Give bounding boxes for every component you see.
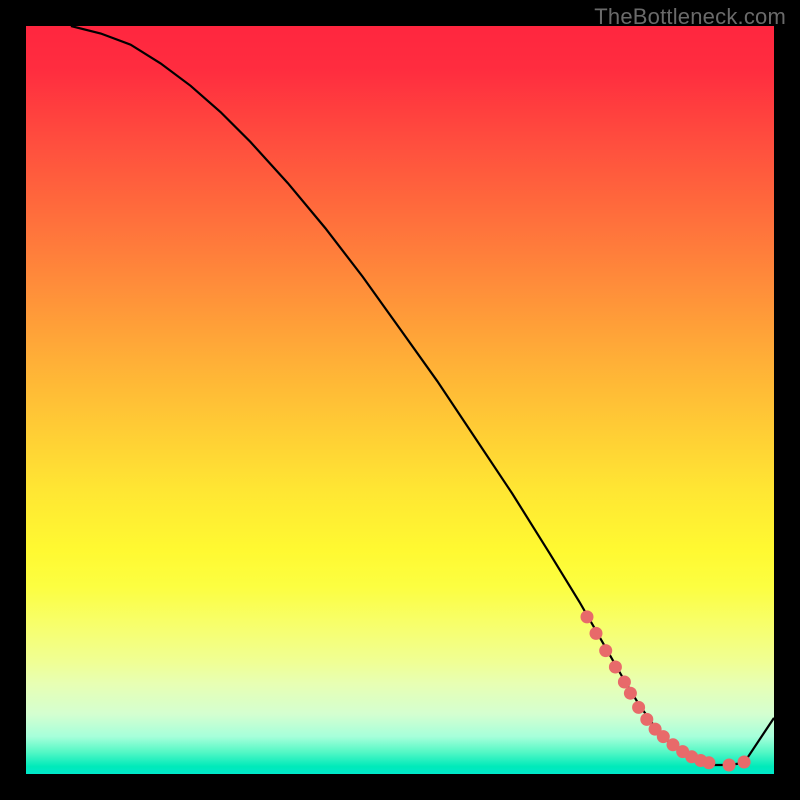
highlight-dot — [618, 676, 631, 689]
plot-area — [26, 26, 774, 774]
highlight-dot — [590, 627, 603, 640]
highlight-dot — [632, 701, 645, 714]
highlight-dot — [723, 759, 736, 772]
highlight-dot — [609, 661, 622, 674]
highlight-dot — [581, 610, 594, 623]
highlight-dot — [624, 687, 637, 700]
highlight-dot — [702, 756, 715, 769]
highlight-dots — [581, 610, 751, 771]
watermark-text: TheBottleneck.com — [594, 4, 786, 30]
highlight-dot — [738, 756, 751, 769]
chart-overlay — [26, 26, 774, 774]
bottleneck-curve — [71, 26, 774, 765]
highlight-dot — [599, 644, 612, 657]
